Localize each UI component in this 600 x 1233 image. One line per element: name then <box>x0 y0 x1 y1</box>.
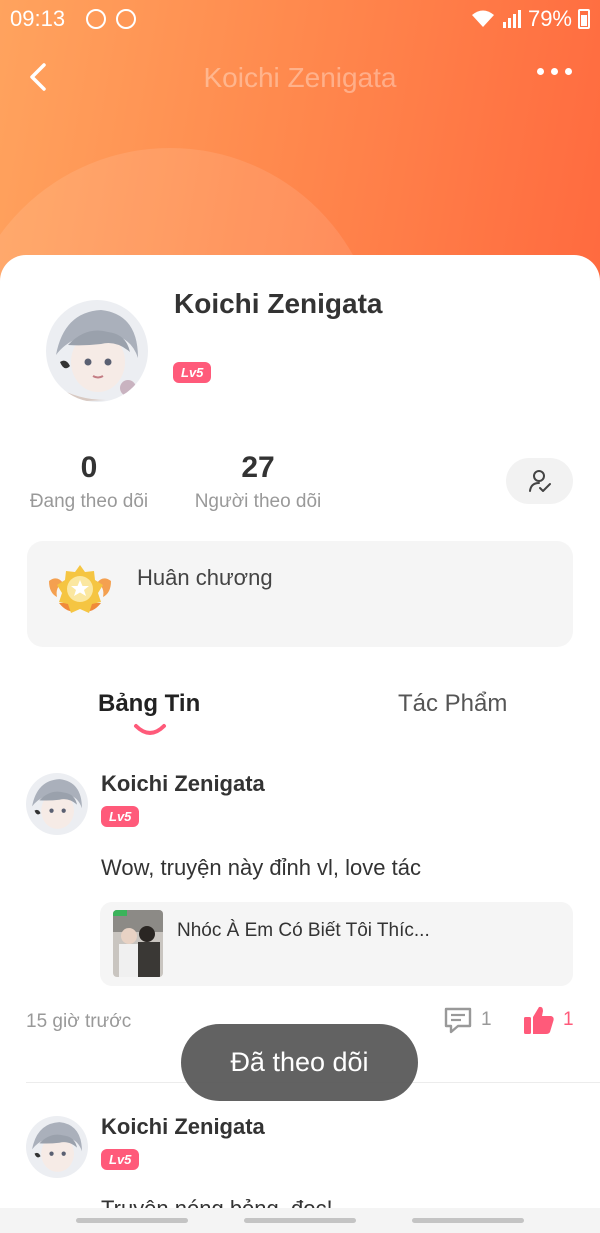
like-count: 1 <box>563 1009 574 1030</box>
follow-toast: Đã theo dõi <box>181 1024 418 1101</box>
following-label: Đang theo dõi <box>29 491 149 512</box>
system-nav-bar <box>0 1208 600 1233</box>
comment-icon <box>444 1007 472 1034</box>
medal-section[interactable]: Huân chương <box>27 541 573 647</box>
status-right: 79% <box>470 6 590 32</box>
story-link-card[interactable]: Nhóc À Em Có Biết Tôi Thíc... <box>100 902 573 986</box>
like-button[interactable]: 1 <box>523 1005 574 1035</box>
following-stat[interactable]: 0 Đang theo dõi <box>26 451 152 513</box>
status-time: 09:13 <box>10 6 66 31</box>
post-author-name[interactable]: Koichi Zenigata <box>101 771 265 797</box>
account-status-icon <box>86 9 106 29</box>
post-author-level: Lv5 <box>101 1149 140 1170</box>
thumbs-up-icon <box>524 1006 554 1034</box>
following-count: 0 <box>80 451 98 484</box>
wifi-icon <box>471 10 494 27</box>
comment-count: 1 <box>481 1009 492 1030</box>
nav-back-button[interactable] <box>412 1218 524 1223</box>
story-title: Nhóc À Em Có Biết Tôi Thíc... <box>177 920 430 941</box>
post-time: 15 giờ trước <box>26 1011 132 1032</box>
signal-icon <box>502 10 521 28</box>
status-bar: 09:13 79% <box>0 0 600 40</box>
post-author-avatar[interactable] <box>26 1116 88 1178</box>
post-text: Wow, truyện này đỉnh vl, love tác <box>101 855 421 880</box>
profile-avatar[interactable] <box>46 300 148 402</box>
battery-percent: 79% <box>527 6 572 31</box>
profile-name: Koichi Zenigata <box>174 288 383 319</box>
medal-icon <box>49 565 111 613</box>
followers-count: 27 <box>241 451 275 484</box>
battery-icon <box>578 9 590 29</box>
post-author-avatar[interactable] <box>26 773 88 835</box>
followers-label: Người theo dõi <box>194 491 322 512</box>
tab-works[interactable]: Tác Phẩm <box>398 690 507 718</box>
follow-button[interactable] <box>506 458 573 504</box>
post-author-level: Lv5 <box>101 806 140 827</box>
followers-stat[interactable]: 27 Người theo dõi <box>190 451 326 513</box>
level-badge: Lv5 <box>173 362 212 383</box>
nav-recent-button[interactable] <box>76 1218 188 1223</box>
nav-home-button[interactable] <box>244 1218 356 1223</box>
active-tab-indicator <box>134 724 166 735</box>
tab-feed[interactable]: Bảng Tin <box>98 690 200 718</box>
post-author-name[interactable]: Koichi Zenigata <box>101 1114 265 1140</box>
story-thumbnail <box>113 910 163 977</box>
user-check-icon <box>528 470 551 492</box>
comment-button[interactable]: 1 <box>443 1005 492 1035</box>
do-not-disturb-icon <box>116 9 136 29</box>
more-options-icon[interactable] <box>537 68 572 75</box>
nav-title: Koichi Zenigata <box>203 62 397 93</box>
medal-label: Huân chương <box>137 565 273 590</box>
